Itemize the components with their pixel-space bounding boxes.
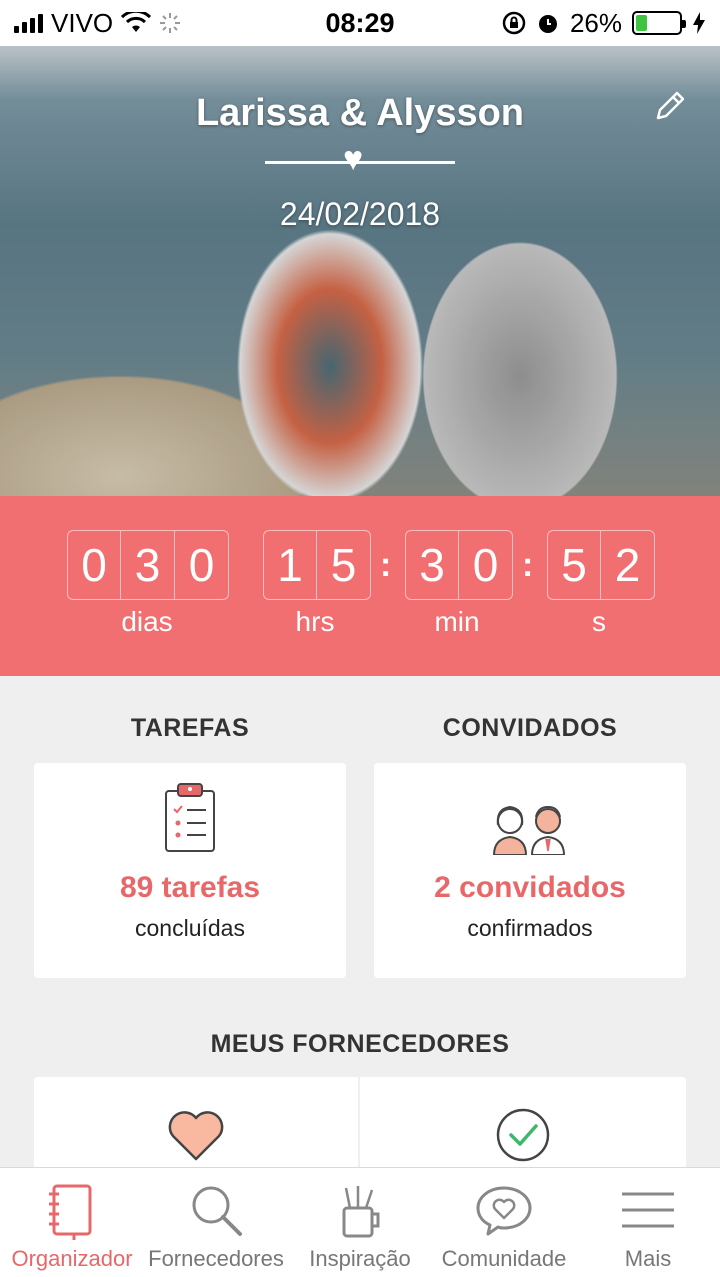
couple-names: Larissa & Alysson xyxy=(195,92,525,134)
minutes-digit: 3 xyxy=(405,530,459,600)
seconds-digit: 2 xyxy=(601,530,655,600)
colon-separator: : xyxy=(380,546,392,584)
vendors-favorites-card[interactable] xyxy=(34,1077,358,1177)
seconds-digit: 5 xyxy=(547,530,601,600)
hours-digit: 5 xyxy=(317,530,371,600)
tab-label: Fornecedores xyxy=(148,1246,284,1271)
seconds-label: s xyxy=(592,606,606,637)
battery-icon xyxy=(632,11,687,35)
days-label: dias xyxy=(121,606,173,637)
guests-title: CONVIDADOS xyxy=(442,714,618,742)
tab-label: Organizador xyxy=(11,1246,133,1271)
days-digit: 0 xyxy=(175,530,229,600)
charging-icon xyxy=(693,12,706,34)
wifi-icon xyxy=(121,12,152,32)
heart-icon xyxy=(168,1111,224,1161)
tasks-title: TAREFAS xyxy=(130,714,250,742)
status-bar: VIVO 08:29 26% xyxy=(0,0,720,46)
check-circle-icon xyxy=(496,1108,550,1162)
vendors-hired-card[interactable] xyxy=(360,1077,686,1177)
countdown-hours: 1 5 xyxy=(263,530,371,600)
wedding-date: 24/02/2018 xyxy=(279,196,441,232)
signal-icon xyxy=(14,13,43,33)
carrier-name: VIVO xyxy=(51,7,114,38)
status-time: 08:29 xyxy=(325,7,395,38)
days-digit: 0 xyxy=(67,530,121,600)
couple-photo: Larissa & Alysson ♥ 24/02/2018 xyxy=(0,46,720,496)
hours-digit: 1 xyxy=(263,530,317,600)
menu-icon xyxy=(622,1192,674,1228)
tab-comunidade[interactable]: Comunidade xyxy=(432,1168,576,1277)
search-icon xyxy=(192,1186,242,1236)
tab-inspiracao[interactable]: Inspiração xyxy=(288,1168,432,1277)
heart-icon: ♥ xyxy=(343,140,364,178)
days-digit: 3 xyxy=(121,530,175,600)
countdown-seconds: 5 2 xyxy=(547,530,655,600)
pencil-cup-icon xyxy=(342,1186,380,1238)
tab-label: Mais xyxy=(624,1246,672,1271)
guests-card[interactable]: 2 convidados confirmados xyxy=(374,763,686,978)
minutes-digit: 0 xyxy=(459,530,513,600)
countdown-days: 0 3 0 xyxy=(67,530,229,600)
tab-mais[interactable]: Mais xyxy=(576,1168,720,1277)
notebook-icon xyxy=(49,1184,92,1240)
tab-label: Inspiração xyxy=(309,1246,411,1271)
tasks-sub: concluídas xyxy=(135,915,245,941)
heart-divider: ♥ xyxy=(265,142,455,176)
battery-percent: 26% xyxy=(569,7,623,38)
guests-sub: confirmados xyxy=(467,915,593,941)
guests-count: 2 convidados xyxy=(434,871,626,904)
chat-heart-icon xyxy=(476,1186,532,1236)
vendors-title: MEUS FORNECEDORES xyxy=(210,1030,510,1058)
tab-organizador[interactable]: Organizador xyxy=(0,1168,144,1277)
bottom-tab-bar: Organizador Fornecedores Inspiração Comu… xyxy=(0,1167,720,1277)
hours-label: hrs xyxy=(295,606,335,637)
countdown-minutes: 3 0 xyxy=(405,530,513,600)
rotation-lock-icon xyxy=(502,11,526,35)
colon-separator: : xyxy=(522,546,534,584)
tab-label: Comunidade xyxy=(441,1246,567,1271)
tab-fornecedores[interactable]: Fornecedores xyxy=(144,1168,288,1277)
countdown-panel: 0 3 0 1 5 : 3 0 : 5 2 dias hrs min s xyxy=(0,496,720,676)
minutes-label: min xyxy=(434,606,480,637)
tasks-card[interactable]: 89 tarefas concluídas xyxy=(34,763,346,978)
alarm-icon xyxy=(538,15,557,33)
guests-couple-icon xyxy=(492,805,566,855)
clipboard-checklist-icon xyxy=(165,783,215,852)
edit-pencil-icon[interactable] xyxy=(650,86,690,126)
loading-icon xyxy=(160,13,181,33)
tasks-count: 89 tarefas xyxy=(119,871,261,904)
